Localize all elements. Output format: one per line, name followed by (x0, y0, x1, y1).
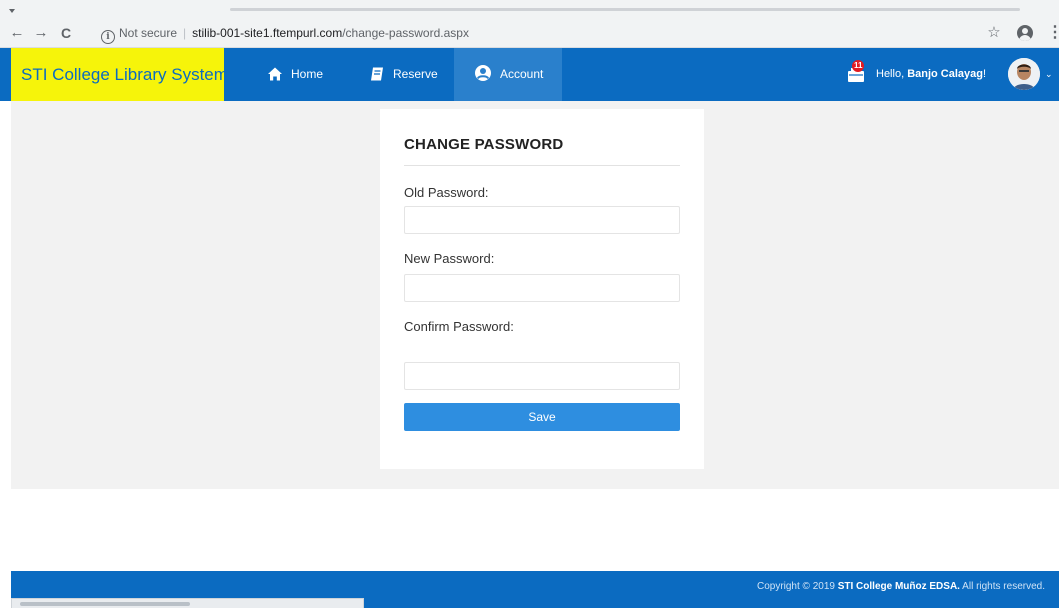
user-greeting: Hello, Banjo Calayag! (876, 48, 986, 101)
profile-head (1022, 28, 1028, 34)
app-navbar: STI College Library System Home Reserve … (0, 48, 1059, 101)
chevron-down-icon[interactable]: ⌄ (1045, 48, 1053, 101)
new-password-field[interactable] (404, 274, 680, 302)
browser-menu-icon[interactable]: ⋮ (1047, 21, 1059, 45)
old-password-field[interactable] (404, 206, 680, 234)
avatar[interactable] (1008, 58, 1040, 90)
bookmark-star-icon[interactable]: ☆ (985, 21, 1003, 45)
save-button[interactable]: Save (404, 403, 680, 431)
change-password-card: CHANGE PASSWORD Old Password: New Passwo… (380, 109, 704, 469)
back-button[interactable]: ← (6, 21, 28, 45)
nav-home[interactable]: Home (267, 48, 347, 101)
reload-button[interactable]: C (55, 21, 77, 45)
status-bar-text (20, 602, 190, 606)
nav-account-label: Account (500, 67, 544, 81)
user-name: Banjo Calayag (907, 68, 983, 80)
browser-tab-strip (0, 0, 1059, 18)
url-host: stilib-001-site1.ftempurl.com (192, 26, 343, 40)
profile-icon[interactable] (1017, 25, 1033, 41)
confirm-password-label: Confirm Password: (404, 319, 514, 334)
url-path: /change-password.aspx (342, 26, 469, 40)
address-bar[interactable]: i Not secure | stilib-001-site1.ftempurl.co… (101, 21, 1037, 45)
new-password-label: New Password: (404, 251, 495, 266)
page-title: CHANGE PASSWORD (404, 136, 564, 153)
user-circle-icon (475, 65, 491, 81)
info-icon[interactable]: i (101, 30, 115, 44)
brand-logo-text[interactable]: STI College Library System (11, 48, 228, 101)
copyright-prefix: Copyright © 2019 (756, 581, 838, 592)
old-password-label: Old Password: (404, 185, 489, 200)
nav-reserve-label: Reserve (393, 67, 438, 81)
tab-strip-edge (230, 8, 1020, 11)
greeting-suffix: ! (983, 68, 987, 80)
forward-button[interactable]: → (30, 21, 52, 45)
title-divider (404, 165, 680, 166)
nav-home-label: Home (291, 67, 324, 81)
tab-strip-corner-icon (9, 9, 15, 13)
security-status: Not secure (119, 26, 178, 40)
avatar-photo-icon (1008, 58, 1040, 90)
url-separator: | (183, 26, 187, 40)
home-icon (268, 67, 282, 81)
nav-reserve[interactable]: Reserve (369, 48, 453, 101)
profile-body (1019, 35, 1031, 41)
nav-account[interactable]: Account (454, 48, 562, 101)
browser-toolbar: ← → C i Not secure | stilib-001-site1.ftemp… (0, 18, 1059, 48)
confirm-password-field[interactable] (404, 362, 680, 390)
copyright-suffix: All rights reserved. (959, 581, 1045, 592)
greeting-prefix: Hello, (876, 68, 908, 80)
copyright-text: Copyright © 2019 STI College Muñoz EDSA.… (757, 581, 1045, 592)
copyright-org: STI College Muñoz EDSA. (837, 581, 960, 592)
browser-status-bar (11, 598, 364, 608)
book-icon (371, 67, 383, 81)
